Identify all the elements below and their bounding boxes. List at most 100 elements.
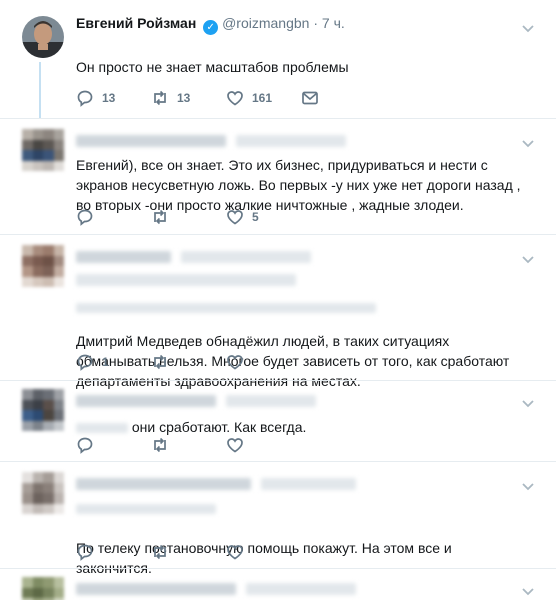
tweet-header: Евгений Ройзман ✓ @roizmangbn · 7 ч. xyxy=(76,14,522,35)
author-name[interactable]: Евгений Ройзман xyxy=(76,15,196,31)
retweet-button[interactable] xyxy=(151,353,226,371)
like-button[interactable] xyxy=(226,436,301,454)
more-options-button[interactable] xyxy=(522,135,534,148)
tweet-header-redacted xyxy=(76,391,522,409)
retweet-button[interactable]: 13 xyxy=(151,89,226,107)
reply-icon xyxy=(77,90,93,107)
avatar-photo xyxy=(22,16,64,58)
reply-icon xyxy=(77,209,93,226)
reply-count: 1 xyxy=(102,355,109,369)
reply-button[interactable] xyxy=(76,543,151,561)
redacted-author-handle xyxy=(260,478,356,491)
retweet-icon xyxy=(154,354,166,370)
chevron-down-icon xyxy=(522,25,534,33)
chevron-down-icon xyxy=(522,256,534,264)
more-options-button[interactable] xyxy=(522,20,534,33)
redacted-reply-context xyxy=(76,273,296,286)
blurred-avatar-image xyxy=(22,577,64,600)
redacted-author-handle xyxy=(180,251,311,264)
tweet-text: Он просто не знает масштабов проблемы xyxy=(76,59,349,75)
avatar[interactable] xyxy=(22,245,64,287)
heart-icon xyxy=(227,91,243,106)
reply-button[interactable] xyxy=(76,436,151,454)
avatar[interactable] xyxy=(22,16,64,58)
chevron-down-icon xyxy=(522,400,534,408)
redacted-author-name xyxy=(76,583,236,596)
tweet-actions: 13 13 161 xyxy=(76,88,376,108)
redacted-author-name xyxy=(76,395,216,408)
blurred-avatar-image xyxy=(22,129,64,171)
like-count: 161 xyxy=(252,91,273,105)
tweet-text: Евгений), все он знает. Это их бизнес, п… xyxy=(76,157,521,213)
retweet-icon xyxy=(154,437,166,453)
reply-icon xyxy=(77,354,93,371)
reply-tweet[interactable]: Евгений), все он знает. Это их бизнес, п… xyxy=(0,119,556,234)
like-button[interactable]: 5 xyxy=(226,208,301,226)
reply-icon xyxy=(77,437,93,454)
tweet-header-redacted xyxy=(76,474,522,492)
retweet-count: 13 xyxy=(177,91,191,105)
tweet-actions xyxy=(76,435,301,455)
tweet-text: они сработают. Как всегда. xyxy=(131,419,307,435)
redacted-reply-context xyxy=(76,503,216,514)
heart-icon xyxy=(227,545,243,560)
heart-icon xyxy=(227,210,243,225)
more-options-button[interactable] xyxy=(522,478,534,491)
tweet-time[interactable]: · 7 ч. xyxy=(313,15,344,31)
avatar[interactable] xyxy=(22,129,64,171)
chevron-down-icon xyxy=(522,483,534,491)
redacted-author-handle xyxy=(225,395,316,408)
tweet-main[interactable]: Евгений Ройзман ✓ @roizmangbn · 7 ч. Он … xyxy=(0,0,556,118)
reply-icon xyxy=(77,544,93,561)
direct-message-button[interactable] xyxy=(301,89,376,107)
redacted-author-handle xyxy=(245,583,356,596)
blurred-avatar-image xyxy=(22,472,64,514)
tweet-actions: 1 xyxy=(76,352,301,372)
tweet-actions: 5 xyxy=(76,207,301,227)
redacted-text-line xyxy=(76,302,376,313)
like-button[interactable]: 161 xyxy=(226,89,301,107)
reply-tweet[interactable]: По телеку постановочную помощь покажут. … xyxy=(0,462,556,576)
reply-tweet-partial[interactable] xyxy=(0,569,556,600)
more-options-button[interactable] xyxy=(522,583,534,596)
tweet-header-redacted xyxy=(76,579,522,597)
retweet-button[interactable] xyxy=(151,543,226,561)
avatar[interactable] xyxy=(22,577,64,600)
more-options-button[interactable] xyxy=(522,395,534,408)
author-handle[interactable]: @roizmangbn xyxy=(222,15,309,31)
redacted-author-handle xyxy=(235,135,346,148)
more-options-button[interactable] xyxy=(522,251,534,264)
reply-button[interactable]: 1 xyxy=(76,353,151,371)
retweet-icon xyxy=(154,90,166,106)
redacted-author-name xyxy=(76,251,171,264)
retweet-icon xyxy=(154,209,166,225)
reply-button[interactable] xyxy=(76,208,151,226)
verified-badge-icon: ✓ xyxy=(203,20,219,35)
retweet-button[interactable] xyxy=(151,436,226,454)
avatar[interactable] xyxy=(22,389,64,431)
like-button[interactable] xyxy=(226,543,301,561)
redacted-author-name xyxy=(76,478,251,491)
heart-icon xyxy=(227,438,243,453)
chevron-down-icon xyxy=(522,588,534,596)
redacted-author-name xyxy=(76,135,226,148)
reply-count: 13 xyxy=(102,91,116,105)
blurred-avatar-image xyxy=(22,245,64,287)
retweet-icon xyxy=(154,544,166,560)
tweet-header-redacted xyxy=(76,247,522,265)
like-count: 5 xyxy=(252,210,259,224)
tweet-header-redacted xyxy=(76,131,522,149)
envelope-icon xyxy=(302,91,318,105)
reply-button[interactable]: 13 xyxy=(76,89,151,107)
avatar[interactable] xyxy=(22,472,64,514)
tweet-actions xyxy=(76,542,301,562)
like-button[interactable] xyxy=(226,353,301,371)
chevron-down-icon xyxy=(522,140,534,148)
tweet-text-line: они сработают. Как всегда. xyxy=(76,417,522,437)
reply-tweet[interactable]: Дмитрий Медведев обнадёжил людей, в таки… xyxy=(0,235,556,389)
retweet-button[interactable] xyxy=(151,208,226,226)
blurred-avatar-image xyxy=(22,389,64,431)
redacted-mention xyxy=(76,423,128,434)
reply-tweet[interactable]: они сработают. Как всегда. xyxy=(0,381,556,461)
heart-icon xyxy=(227,355,243,370)
